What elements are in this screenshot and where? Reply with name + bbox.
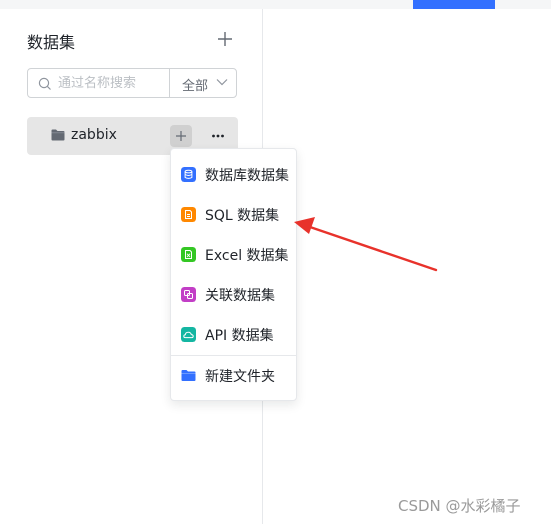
folder-icon: [181, 370, 196, 381]
tree-item-add-button[interactable]: [170, 125, 192, 147]
excel-icon: [181, 247, 196, 262]
database-icon: [181, 167, 196, 182]
tree-item-label: zabbix: [71, 127, 117, 143]
tree-item-more-button[interactable]: [207, 125, 229, 147]
create-dataset-menu: 数据库数据集 SQL 数据集 Excel 数据集 关联数据集 API 数据集 新…: [170, 148, 297, 401]
filter-selected-value: 全部: [182, 79, 209, 94]
more-icon: [212, 134, 224, 138]
sidebar-title: 数据集: [27, 33, 76, 52]
union-icon: [181, 287, 196, 302]
folder-icon: [51, 129, 65, 141]
menu-item-api-dataset[interactable]: API 数据集: [171, 317, 296, 353]
menu-item-label: 关联数据集: [205, 288, 275, 304]
add-dataset-button[interactable]: [214, 28, 236, 50]
active-top-tab[interactable]: [413, 0, 495, 9]
menu-item-excel-dataset[interactable]: Excel 数据集: [171, 237, 296, 273]
menu-item-label: 数据库数据集: [205, 168, 289, 184]
filter-select[interactable]: 全部: [170, 69, 236, 97]
menu-item-label: API 数据集: [205, 328, 274, 344]
menu-item-sql-dataset[interactable]: SQL 数据集: [171, 197, 296, 233]
watermark: CSDN @水彩橘子: [398, 497, 521, 515]
menu-item-database-dataset[interactable]: 数据库数据集: [171, 157, 296, 193]
plus-icon: [218, 32, 232, 46]
chevron-down-icon: [216, 79, 228, 86]
menu-divider: [171, 355, 296, 356]
menu-item-new-folder[interactable]: 新建文件夹: [171, 358, 296, 394]
search-box: 全部: [27, 68, 237, 98]
menu-item-label: SQL 数据集: [205, 208, 280, 224]
sql-file-icon: [181, 207, 196, 222]
menu-item-label: 新建文件夹: [205, 369, 275, 385]
plus-icon: [176, 131, 186, 141]
menu-item-label: Excel 数据集: [205, 248, 289, 264]
menu-item-union-dataset[interactable]: 关联数据集: [171, 277, 296, 313]
search-icon: [38, 77, 51, 90]
api-cloud-icon: [181, 327, 196, 342]
